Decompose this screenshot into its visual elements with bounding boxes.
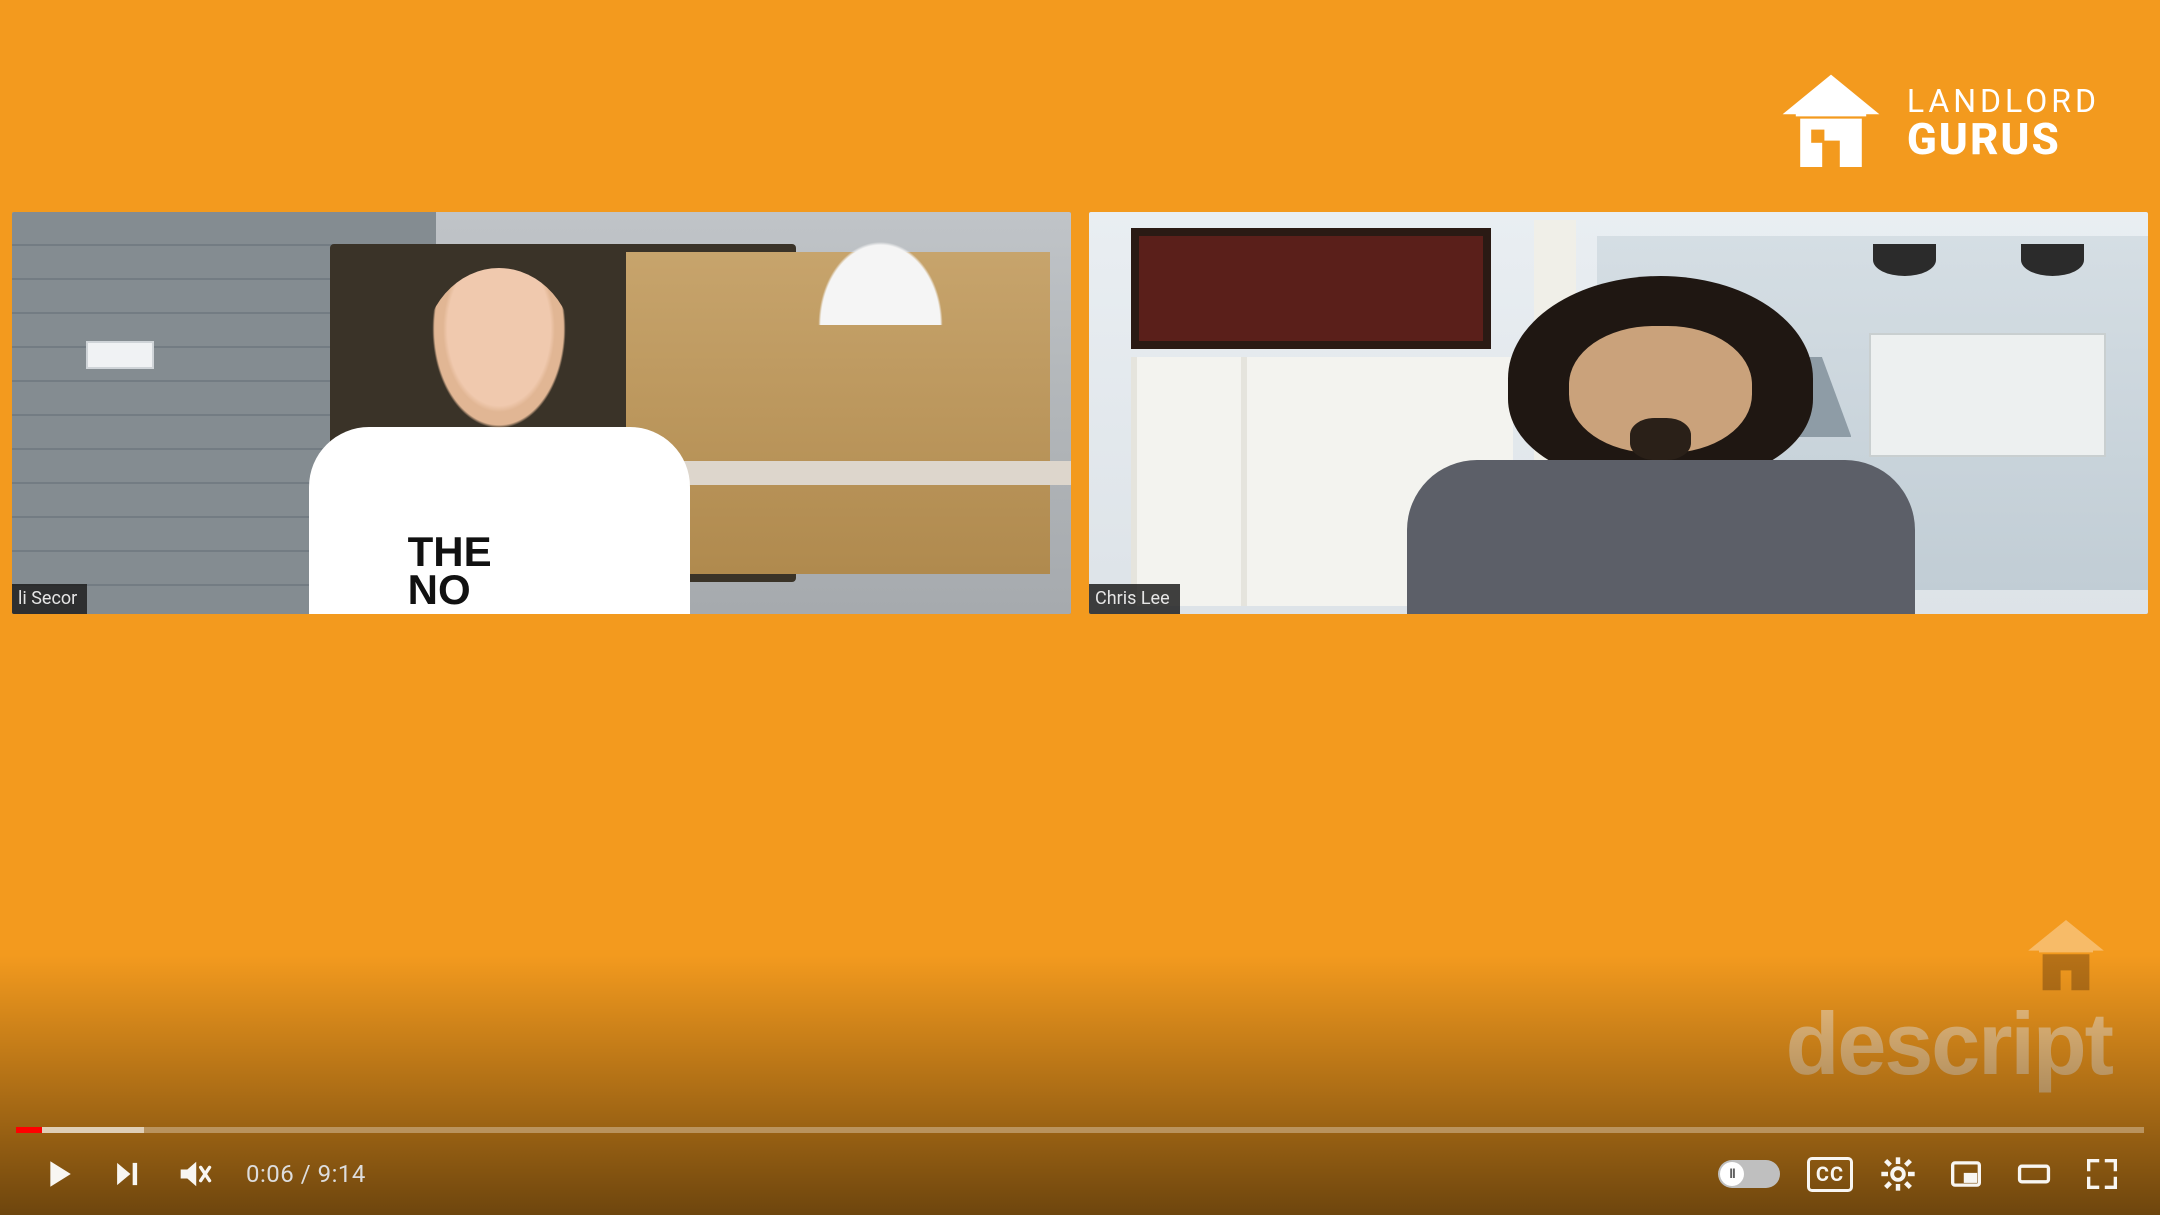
time-separator: / <box>294 1160 317 1188</box>
autoplay-knob: II <box>1720 1162 1744 1186</box>
video-frame[interactable]: LANDLORD GURUS THE NO li Secor <box>0 0 2160 1215</box>
theater-icon <box>2014 1154 2054 1194</box>
participant-tile-right: Chris Lee <box>1089 212 2148 614</box>
brand-line2: GURUS <box>1907 117 2100 161</box>
shirt-text-2: NO <box>408 566 471 613</box>
volume-muted-icon <box>174 1154 214 1194</box>
next-icon <box>106 1154 146 1194</box>
captions-button[interactable]: CC <box>1796 1140 1864 1208</box>
fullscreen-icon <box>2082 1154 2122 1194</box>
fullscreen-button[interactable] <box>2068 1140 2136 1208</box>
play-button[interactable] <box>24 1140 92 1208</box>
miniplayer-button[interactable] <box>1932 1140 2000 1208</box>
next-button[interactable] <box>92 1140 160 1208</box>
brand-logo: LANDLORD GURUS <box>1771 68 2100 178</box>
participant-name-right: Chris Lee <box>1089 584 1180 614</box>
autoplay-toggle[interactable]: II <box>1718 1160 1780 1188</box>
miniplayer-icon <box>1946 1154 1986 1194</box>
theater-button[interactable] <box>2000 1140 2068 1208</box>
time-display: 0:06 / 9:14 <box>246 1160 366 1188</box>
captions-icon: CC <box>1807 1157 1853 1192</box>
descript-watermark: descript <box>1786 993 2112 1095</box>
participant-right-figure <box>1407 276 1915 614</box>
participant-name-left: li Secor <box>12 584 87 614</box>
time-elapsed: 0:06 <box>246 1160 294 1188</box>
house-icon <box>1771 68 1891 178</box>
settings-button[interactable] <box>1864 1140 1932 1208</box>
time-duration: 9:14 <box>318 1160 366 1188</box>
pause-icon: II <box>1729 1167 1735 1182</box>
mute-button[interactable] <box>160 1140 228 1208</box>
brand-watermark-small <box>2016 911 2116 1005</box>
gear-icon <box>1878 1154 1918 1194</box>
play-icon <box>35 1151 81 1197</box>
player-controls: 0:06 / 9:14 II CC <box>0 1133 2160 1215</box>
participant-left-figure: THE NO <box>309 268 690 614</box>
video-call-tiles: THE NO li Secor Chris Lee <box>12 212 2148 614</box>
participant-tile-left: THE NO li Secor <box>12 212 1071 614</box>
